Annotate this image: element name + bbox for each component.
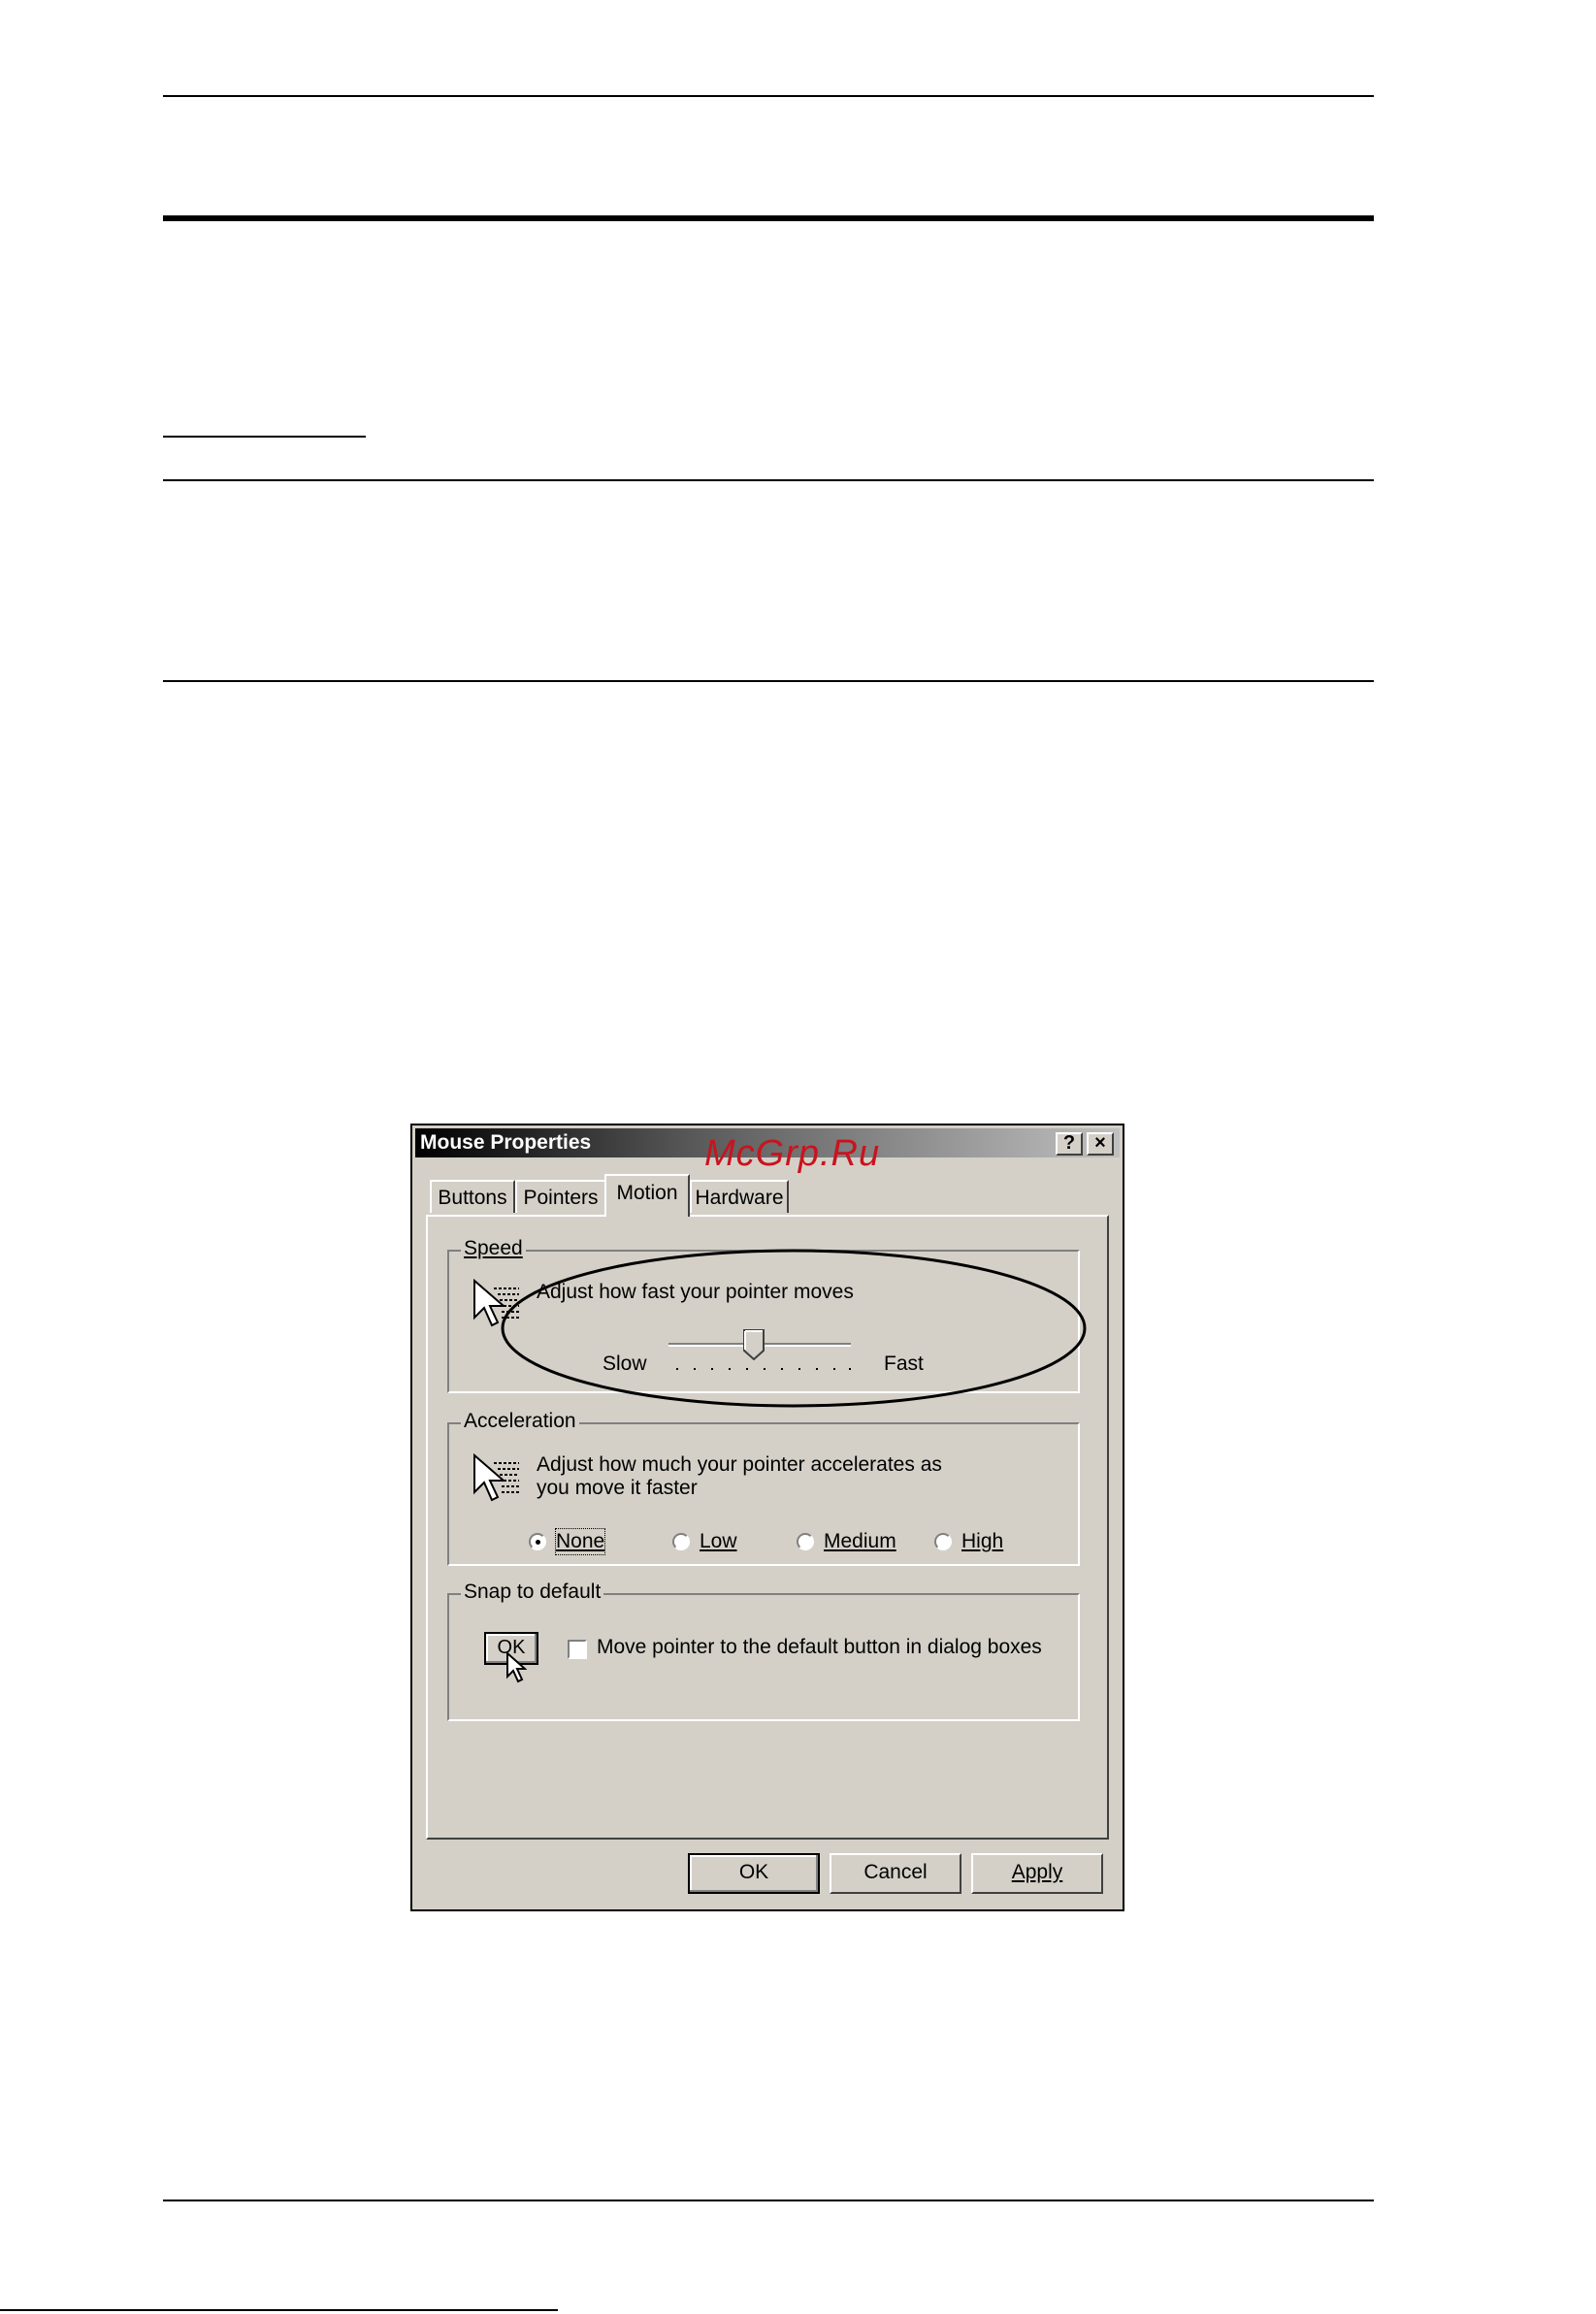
dialog-title: Mouse Properties [420, 1131, 592, 1154]
pointer-acceleration-icon [473, 1453, 519, 1502]
radio-low-label: Low [700, 1530, 737, 1552]
bottom-edge-rule [0, 2309, 558, 2311]
radio-none-label: None [554, 1528, 606, 1555]
motion-tab-panel: Speed Adjust how fast your pointer moves… [426, 1215, 1109, 1840]
snap-checkbox[interactable] [568, 1640, 587, 1659]
mouse-properties-dialog: Mouse Properties ? × Buttons Pointers Mo… [410, 1124, 1124, 1911]
snap-checkbox-label[interactable]: Move pointer to the default button in di… [597, 1636, 1042, 1659]
tab-buttons[interactable]: Buttons [430, 1180, 515, 1213]
slow-label: Slow [603, 1353, 647, 1375]
acceleration-description: Adjust how much your pointer accelerates… [537, 1453, 942, 1500]
tab-hardware[interactable]: Hardware [690, 1180, 789, 1213]
radio-high-indicator[interactable] [934, 1533, 952, 1550]
cursor-arrow-icon [506, 1651, 527, 1683]
watermark: McGrp.Ru [704, 1133, 881, 1174]
snap-legend: Snap to default [461, 1581, 604, 1604]
acceleration-legend: Acceleration [461, 1410, 579, 1433]
speed-description: Adjust how fast your pointer moves [537, 1281, 854, 1303]
tab-pointers[interactable]: Pointers [515, 1180, 606, 1213]
short-rule [163, 436, 366, 438]
acceleration-description-line2: you move it faster [537, 1477, 698, 1499]
ok-button[interactable]: OK [688, 1853, 820, 1894]
radio-medium-indicator[interactable] [797, 1533, 814, 1550]
highlight-ellipse [501, 1249, 1087, 1408]
header-rule [163, 95, 1374, 97]
snap-to-default-group: Snap to default OK Move pointer to the d… [447, 1581, 1080, 1721]
radio-none-indicator[interactable] [529, 1533, 546, 1550]
note-rule-top [163, 479, 1374, 481]
tab-motion[interactable]: Motion [604, 1174, 690, 1217]
radio-low-indicator[interactable] [672, 1533, 690, 1550]
speed-group: Speed Adjust how fast your pointer moves… [447, 1237, 1087, 1408]
pointer-speed-icon [473, 1279, 519, 1327]
fast-label: Fast [884, 1353, 924, 1375]
acceleration-description-line1: Adjust how much your pointer accelerates… [537, 1453, 942, 1476]
speed-slider-ticks [676, 1368, 851, 1374]
help-button[interactable]: ? [1056, 1132, 1083, 1156]
note-rule-bottom [163, 680, 1374, 682]
close-button[interactable]: × [1087, 1132, 1114, 1156]
footer-rule [163, 2200, 1374, 2201]
apply-button[interactable]: Apply [971, 1853, 1103, 1894]
cancel-button[interactable]: Cancel [830, 1853, 961, 1894]
speed-slider-thumb[interactable] [743, 1329, 765, 1360]
radio-high-label: High [961, 1530, 1004, 1552]
heading-rule-thick [163, 215, 1374, 221]
radio-medium-label: Medium [824, 1530, 896, 1552]
acceleration-group: Acceleration Adjust how much your pointe… [447, 1410, 1080, 1566]
